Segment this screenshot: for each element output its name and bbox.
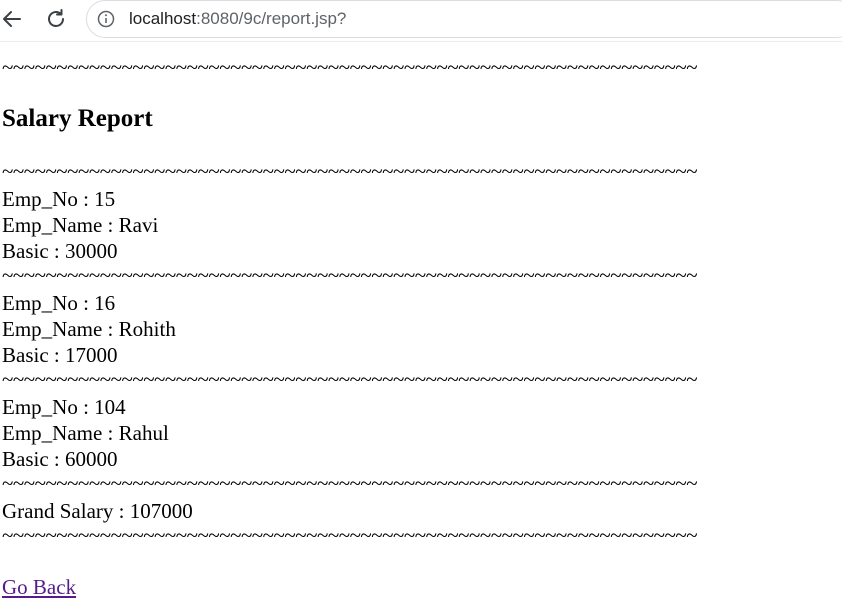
url-text[interactable]: localhost:8080/9c/report.jsp? xyxy=(129,9,346,29)
address-bar[interactable]: localhost:8080/9c/report.jsp? xyxy=(86,0,842,38)
separator-line: ~~~~~~~~~~~~~~~~~~~~~~~~~~~~~~~~~~~~~~~~… xyxy=(2,367,698,391)
toolbar-divider xyxy=(0,41,842,42)
separator-line: ~~~~~~~~~~~~~~~~~~~~~~~~~~~~~~~~~~~~~~~~… xyxy=(2,263,698,287)
browser-toolbar: localhost:8080/9c/report.jsp? xyxy=(0,0,842,38)
emp-no: Emp_No : 15 xyxy=(2,187,116,211)
emp-name: Emp_Name : Rahul xyxy=(2,421,169,445)
separator-line: ~~~~~~~~~~~~~~~~~~~~~~~~~~~~~~~~~~~~~~~~… xyxy=(2,159,698,183)
employee-record: Emp_No : 15 Emp_Name : Ravi Basic : 3000… xyxy=(2,186,697,264)
separator-line: ~~~~~~~~~~~~~~~~~~~~~~~~~~~~~~~~~~~~~~~~… xyxy=(2,523,698,547)
page-title: Salary Report xyxy=(2,105,153,132)
reload-button[interactable] xyxy=(42,5,70,33)
employee-record: Emp_No : 16 Emp_Name : Rohith Basic : 17… xyxy=(2,290,697,368)
back-button[interactable] xyxy=(0,5,26,33)
go-back-link[interactable]: Go Back xyxy=(2,574,76,600)
emp-name: Emp_Name : Ravi xyxy=(2,213,159,237)
emp-no: Emp_No : 16 xyxy=(2,291,116,315)
reload-icon xyxy=(48,9,64,27)
emp-basic: Basic : 30000 xyxy=(2,239,118,263)
grand-salary: Grand Salary : 107000 xyxy=(2,499,193,523)
employee-record: Emp_No : 104 Emp_Name : Rahul Basic : 60… xyxy=(2,394,697,472)
url-host: localhost xyxy=(129,9,197,28)
report-page: ~~~~~~~~~~~~~~~~~~~~~~~~~~~~~~~~~~~~~~~~… xyxy=(2,55,698,600)
emp-name: Emp_Name : Rohith xyxy=(2,317,176,341)
arrow-left-icon xyxy=(3,11,21,27)
info-icon[interactable] xyxy=(97,10,115,28)
emp-basic: Basic : 17000 xyxy=(2,343,118,367)
emp-basic: Basic : 60000 xyxy=(2,447,118,471)
emp-no: Emp_No : 104 xyxy=(2,395,126,419)
separator-line: ~~~~~~~~~~~~~~~~~~~~~~~~~~~~~~~~~~~~~~~~… xyxy=(2,55,698,79)
url-path: :8080/9c/report.jsp? xyxy=(196,9,347,28)
separator-line: ~~~~~~~~~~~~~~~~~~~~~~~~~~~~~~~~~~~~~~~~… xyxy=(2,471,698,495)
